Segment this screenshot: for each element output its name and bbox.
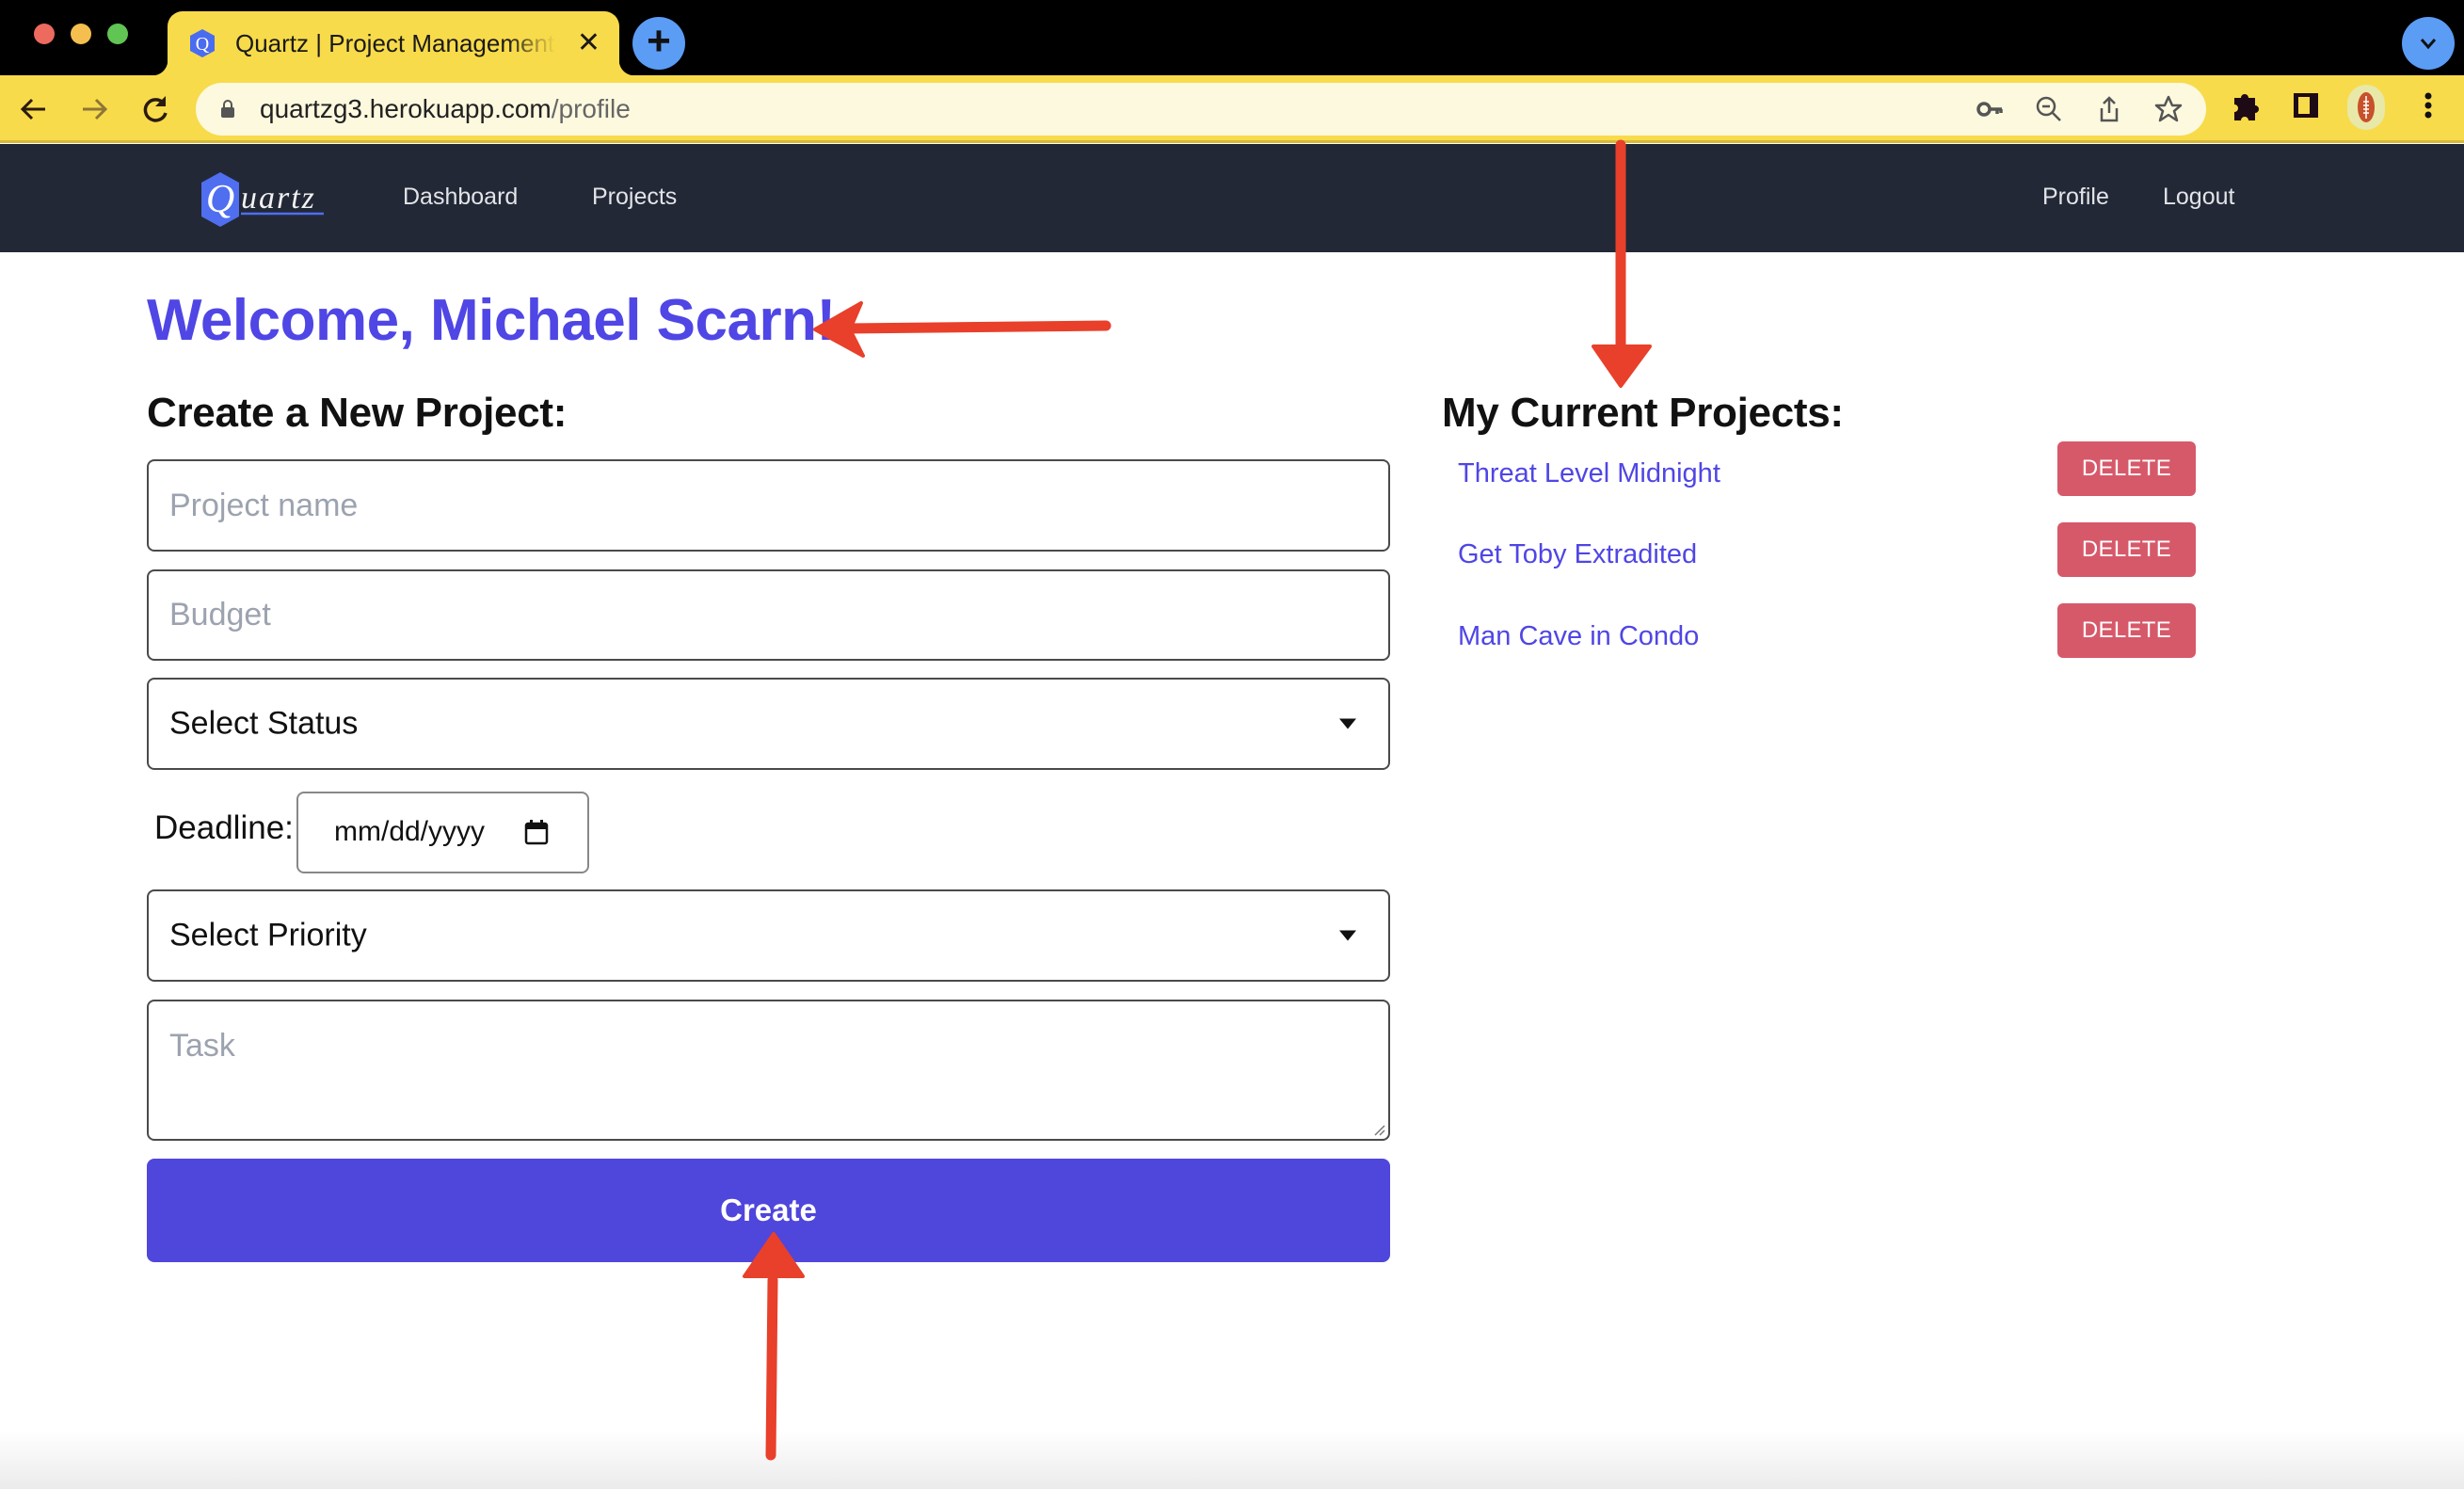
tab-title: Quartz | Project Management Tool bbox=[235, 29, 555, 57]
quartz-logo[interactable]: Q uartz bbox=[200, 172, 343, 227]
zoom-out-icon[interactable] bbox=[2034, 94, 2064, 124]
minimize-window-button[interactable] bbox=[71, 24, 91, 44]
current-projects-heading: My Current Projects: bbox=[1442, 390, 1844, 436]
chevron-down-icon bbox=[2420, 39, 2437, 50]
delete-project-button[interactable]: DELETE bbox=[2057, 441, 2196, 496]
budget-input[interactable] bbox=[149, 571, 1388, 659]
profile-avatar-button[interactable] bbox=[2347, 85, 2385, 130]
side-panel-icon[interactable] bbox=[2289, 87, 2323, 124]
lock-icon bbox=[221, 100, 234, 118]
project-name-input[interactable] bbox=[149, 461, 1388, 550]
welcome-heading: Welcome, Michael Scarn! bbox=[147, 288, 836, 353]
project-link[interactable]: Man Cave in Condo bbox=[1458, 621, 1699, 652]
address-bar[interactable]: quartzg3.herokuapp.com/profile bbox=[196, 83, 2206, 136]
project-name-field[interactable] bbox=[147, 459, 1390, 552]
bookmark-star-icon[interactable] bbox=[2153, 94, 2184, 124]
project-link[interactable]: Get Toby Extradited bbox=[1458, 539, 1697, 570]
forward-button[interactable] bbox=[73, 88, 115, 130]
maximize-window-button[interactable] bbox=[107, 24, 128, 44]
svg-text:Q: Q bbox=[206, 178, 234, 221]
share-icon[interactable] bbox=[2094, 94, 2124, 124]
arrow-right-icon bbox=[83, 98, 108, 120]
deadline-date-placeholder: mm/dd/yyyy bbox=[334, 816, 486, 847]
caret-down-icon bbox=[1339, 718, 1356, 729]
page-bottom-shadow bbox=[0, 1431, 2464, 1489]
priority-select[interactable]: Select Priority bbox=[147, 889, 1390, 982]
url-host: quartzg3.herokuapp.com bbox=[260, 94, 552, 123]
nav-link-logout[interactable]: Logout bbox=[2163, 184, 2234, 211]
delete-project-button[interactable]: DELETE bbox=[2057, 522, 2196, 577]
new-tab-button[interactable]: + bbox=[632, 17, 685, 70]
resize-grip-icon[interactable] bbox=[1371, 1122, 1386, 1137]
browser-tab-bar: Q Quartz | Project Management Tool ✕ + bbox=[0, 0, 2464, 75]
url-path: /profile bbox=[551, 94, 631, 123]
browser-toolbar: quartzg3.herokuapp.com/profile bbox=[0, 75, 2464, 143]
calendar-icon[interactable] bbox=[524, 819, 549, 845]
app-navbar: Q uartz Dashboard Projects Profile Logou… bbox=[0, 144, 2464, 252]
nav-link-projects[interactable]: Projects bbox=[592, 184, 677, 211]
nav-link-profile[interactable]: Profile bbox=[2042, 184, 2109, 211]
key-icon[interactable] bbox=[1975, 94, 2005, 124]
svg-text:uartz: uartz bbox=[241, 181, 316, 216]
priority-select-value: Select Priority bbox=[169, 917, 367, 953]
reload-icon bbox=[143, 96, 168, 122]
tab-search-button[interactable] bbox=[2402, 17, 2455, 70]
budget-field[interactable] bbox=[147, 569, 1390, 661]
browser-tab-active[interactable]: Q Quartz | Project Management Tool ✕ bbox=[152, 11, 634, 75]
create-project-button[interactable]: Create bbox=[147, 1159, 1390, 1262]
arrow-left-icon bbox=[20, 98, 45, 120]
url-text[interactable]: quartzg3.herokuapp.com/profile bbox=[260, 94, 631, 124]
football-avatar-icon bbox=[2358, 92, 2375, 122]
status-select-value: Select Status bbox=[169, 705, 359, 742]
project-link[interactable]: Threat Level Midnight bbox=[1458, 458, 1720, 489]
deadline-label: Deadline: bbox=[154, 809, 294, 846]
nav-link-dashboard[interactable]: Dashboard bbox=[403, 184, 518, 211]
svg-text:Q: Q bbox=[196, 34, 210, 55]
task-field[interactable] bbox=[147, 1000, 1390, 1141]
back-button[interactable] bbox=[13, 88, 55, 130]
task-textarea[interactable] bbox=[149, 1001, 1388, 1139]
arrow-to-welcome-annotation bbox=[813, 301, 1112, 358]
close-tab-icon[interactable]: ✕ bbox=[577, 24, 600, 62]
deadline-date-input[interactable]: mm/dd/yyyy bbox=[296, 792, 589, 873]
extensions-puzzle-icon[interactable] bbox=[2229, 87, 2263, 124]
close-window-button[interactable] bbox=[34, 24, 55, 44]
caret-down-icon bbox=[1339, 930, 1356, 941]
reload-button[interactable] bbox=[134, 88, 175, 130]
create-project-heading: Create a New Project: bbox=[147, 390, 568, 436]
status-select[interactable]: Select Status bbox=[147, 678, 1390, 770]
more-menu-icon[interactable] bbox=[2411, 87, 2445, 124]
delete-project-button[interactable]: DELETE bbox=[2057, 603, 2196, 658]
arrow-to-create-button-annotation bbox=[743, 1232, 805, 1461]
quartz-favicon-icon: Q bbox=[190, 29, 215, 57]
